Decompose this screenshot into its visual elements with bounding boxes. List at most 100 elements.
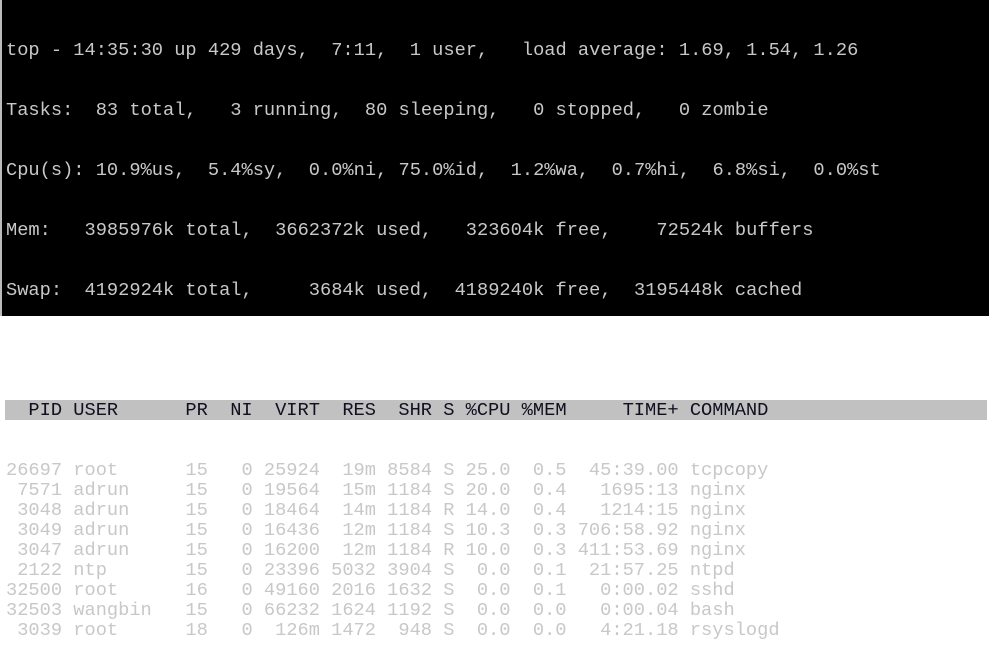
process-command: nginx [689,479,746,501]
process-ni: 0 [241,499,253,521]
process-pr: 15 [185,519,208,541]
process-row[interactable]: 3048 adrun 15 0 18464 14m 1184 R 14.0 0.4 1214:15 n… [2,500,989,520]
process-time: 1695:13 [600,479,679,501]
process-time: 21:57.25 [588,559,679,581]
process-ni: 0 [241,559,253,581]
process-ni: 0 [241,519,253,541]
process-command: ntpd [689,559,735,581]
column-header-ni[interactable]: NI [219,400,252,420]
terminal-window[interactable]: top - 14:35:30 up 429 days, 7:11, 1 user… [0,0,989,640]
process-time: 0:00.02 [600,579,679,601]
column-header-virt[interactable]: VIRT [264,400,320,420]
process-virt: 126m [275,619,320,641]
tasks-line: Tasks: 83 total, 3 running, 80 sleeping,… [6,99,769,121]
process-shr: 1632 [387,579,433,601]
process-mem: 0.0 [532,619,567,641]
process-shr: 3904 [387,559,433,581]
process-virt: 19564 [263,479,320,501]
process-shr: 1192 [387,599,433,621]
process-row[interactable]: 3047 adrun 15 0 16200 12m 1184 R 10.0 0.3 411:53.6… [2,540,989,560]
process-res: 15m [342,479,376,501]
process-command: nginx [689,499,746,521]
process-pr: 15 [185,559,208,581]
process-res: 14m [342,499,376,521]
process-row[interactable]: 26697 root 15 0 25924 19m 8584 S 25.0 0.5 45:39.00… [2,460,989,480]
process-pid: 2122 [17,559,63,581]
process-time: 1214:15 [600,499,679,521]
process-cpu: 20.0 [465,479,511,501]
process-virt: 25924 [263,459,320,481]
process-table-body: 26697 root 15 0 25924 19m 8584 S 25.0 0.5 45:39.00… [2,460,989,640]
process-command: tcpcopy [689,459,769,481]
column-header-cpu[interactable]: %CPU [466,400,511,420]
process-cpu: 10.3 [465,519,511,541]
process-shr: 1184 [387,519,433,541]
process-row[interactable]: 32503 wangbin 15 0 66232 1624 1192 S 0.0 0.0 0:00.… [2,600,989,620]
process-state: R [443,499,455,521]
process-cpu: 0.0 [476,559,511,581]
process-time: 0:00.04 [600,599,679,621]
process-command: sshd [689,579,735,601]
process-row[interactable]: 7571 adrun 15 0 19564 15m 1184 S 20.0 0.4 1695:13 n… [2,480,989,500]
process-pid: 7571 [17,479,63,501]
column-header-user[interactable]: USER [73,400,163,420]
process-virt: 18464 [263,499,320,521]
process-pr: 18 [185,619,208,641]
process-virt: 16436 [263,519,320,541]
column-header-pid[interactable]: PID [6,400,62,420]
column-header-shr[interactable]: SHR [387,400,432,420]
process-res: 1624 [331,599,376,621]
process-row[interactable]: 2122 ntp 15 0 23396 5032 3904 S 0.0 0.1 21:57.25 nt… [2,560,989,580]
process-user: adrun [73,519,130,541]
process-res: 2016 [331,579,376,601]
process-res: 5032 [331,559,376,581]
process-cpu: 10.0 [465,539,511,561]
process-res: 19m [342,459,376,481]
process-mem: 0.1 [532,559,567,581]
process-mem: 0.1 [532,579,567,601]
process-user: wangbin [73,599,152,621]
process-shr: 1184 [387,539,433,561]
process-ni: 0 [241,479,253,501]
process-pr: 15 [185,599,208,621]
process-pid: 3039 [17,619,63,641]
process-state: S [443,619,455,641]
process-time: 411:53.69 [577,539,679,561]
process-state: S [443,559,455,581]
process-state: S [443,459,455,481]
process-shr: 8584 [387,459,433,481]
process-table-header: PID USER PR NI VIRT RES SHR S %CPU %MEM TIME+ COMMA… [5,400,987,420]
process-row[interactable]: 3049 adrun 15 0 16436 12m 1184 S 10.3 0.3 706:58.9… [2,520,989,540]
process-virt: 16200 [263,539,320,561]
process-user: root [73,619,119,641]
process-command: bash [689,599,735,621]
process-cpu: 0.0 [476,619,511,641]
process-mem: 0.3 [532,519,567,541]
process-virt: 49160 [263,579,320,601]
process-virt: 66232 [263,599,320,621]
swap-line: Swap: 4192924k total, 3684k used, 418924… [6,279,803,301]
process-pid: 3048 [17,499,63,521]
column-header-pr[interactable]: PR [174,400,207,420]
process-virt: 23396 [263,559,320,581]
column-header-time[interactable]: TIME+ [578,400,679,420]
column-header-mem[interactable]: %MEM [522,400,567,420]
process-row[interactable]: 3039 root 18 0 126m 1472 948 S 0.0 0.0 4:21.18 rsys… [2,620,989,640]
column-header-command[interactable]: COMMAND [690,400,769,420]
process-mem: 0.0 [532,599,567,621]
process-state: R [443,539,455,561]
uptime-line: top - 14:35:30 up 429 days, 7:11, 1 user… [6,39,859,61]
process-pid: 32500 [6,579,63,601]
process-cpu: 14.0 [465,499,511,521]
mem-line: Mem: 3985976k total, 3662372k used, 3236… [6,219,814,241]
column-header-res[interactable]: RES [331,400,376,420]
process-user: ntp [73,559,107,581]
process-ni: 0 [241,619,253,641]
column-header-state[interactable]: S [443,400,454,420]
process-user: adrun [73,479,130,501]
process-shr: 1184 [387,479,433,501]
process-row[interactable]: 32500 root 16 0 49160 2016 1632 S 0.0 0.1 0:00.02 s… [2,580,989,600]
process-ni: 0 [241,599,253,621]
process-state: S [443,579,455,601]
